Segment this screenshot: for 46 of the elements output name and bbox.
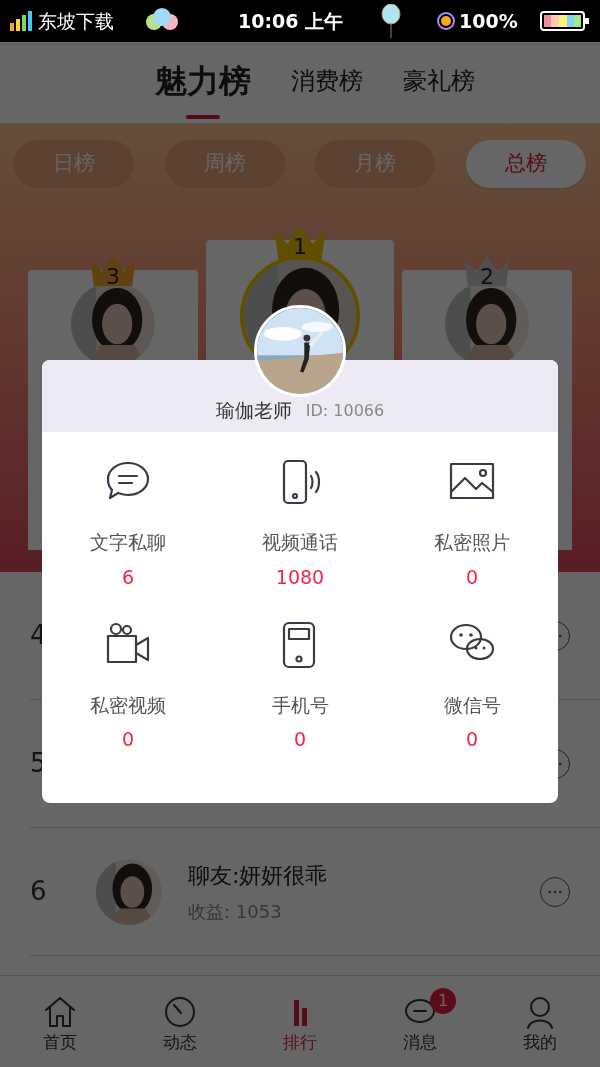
tab[interactable]: 豪礼榜 — [403, 62, 475, 103]
nav-tab[interactable]: 首页 — [24, 987, 96, 1056]
contact-option[interactable]: 私密照片 0 — [386, 458, 558, 621]
contact-option[interactable]: 微信号 0 — [386, 620, 558, 783]
battery-icon — [540, 10, 590, 32]
contact-option[interactable]: 文字私聊 6 — [42, 458, 214, 621]
crown-icon — [89, 254, 137, 287]
nav-tab[interactable]: 消息 1 — [384, 987, 456, 1056]
contact-option[interactable]: 私密视频 0 — [42, 620, 214, 783]
user-id: ID: 10066 — [305, 400, 385, 422]
rank-number: 3 — [106, 263, 120, 291]
battery-percent: 100% — [459, 8, 518, 34]
tab[interactable]: 消费榜 — [291, 62, 363, 103]
more-icon — [548, 889, 562, 894]
user-name: 聊友:妍妍很乖 — [188, 861, 328, 890]
option-count: 6 — [121, 564, 135, 590]
option-count: 0 — [465, 564, 479, 590]
contact-option[interactable]: 视频通话 1080 — [214, 458, 386, 621]
option-label: 视频通话 — [262, 530, 338, 555]
contact-option[interactable]: 手机号 0 — [214, 620, 386, 783]
option-count: 0 — [121, 727, 135, 752]
option-label: 文字私聊 — [90, 530, 166, 555]
option-count: 0 — [465, 727, 479, 752]
signal-icon — [10, 11, 32, 31]
location-icon — [435, 10, 458, 32]
carrier-name: 东坡下载 — [38, 8, 114, 34]
period-tab[interactable]: 总榜 — [465, 140, 586, 188]
option-count: 0 — [293, 727, 307, 752]
option-label: 微信号 — [443, 692, 501, 718]
balloon-icon — [381, 4, 402, 38]
unread-badge: 1 — [430, 987, 456, 1014]
nav-tab[interactable]: 我的 — [504, 987, 576, 1056]
option-label: 私密视频 — [90, 692, 166, 718]
user-name: 瑜伽老师 — [215, 397, 292, 423]
nav-tab[interactable]: 排行 — [264, 987, 336, 1056]
option-label: 手机号 — [271, 692, 329, 718]
option-count: 1080 — [275, 564, 325, 590]
rank-number: 1 — [293, 233, 307, 261]
tab-indicator — [186, 114, 220, 119]
crown-icon — [463, 254, 511, 287]
rank-number: 2 — [480, 263, 494, 291]
clock-time: 10:06 上午 — [238, 8, 344, 34]
nav-tab[interactable]: 动态 — [144, 987, 216, 1056]
rank-number: 6 — [30, 875, 48, 908]
tab[interactable]: 魅力榜 — [155, 56, 251, 109]
option-label: 私密照片 — [434, 530, 510, 555]
